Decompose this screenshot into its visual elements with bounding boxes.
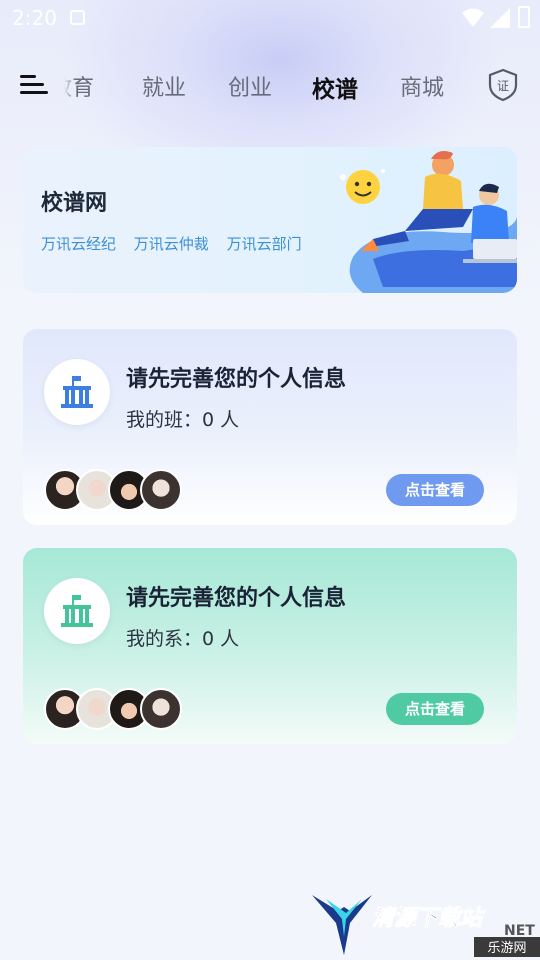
certificate-icon-label: 证: [497, 79, 509, 93]
avatar: [140, 688, 182, 730]
certificate-icon[interactable]: 证: [487, 68, 519, 102]
avatar: [140, 469, 182, 511]
card-icon-wrap: [44, 578, 110, 644]
tab-bar: 教育 就业 创业 校谱 商城: [64, 60, 472, 110]
class-info-card[interactable]: 请先完善您的个人信息 我的班：0 人 点击查看: [23, 329, 517, 525]
wifi-icon: [462, 8, 484, 27]
view-department-button[interactable]: 点击查看: [386, 693, 484, 725]
class-member-count: 我的班：0 人: [126, 409, 240, 431]
watermark-net-text: NET: [504, 923, 535, 939]
banner-link-arbitration[interactable]: 万讯云仲裁: [134, 235, 209, 253]
tab-mall[interactable]: 商城: [400, 70, 444, 102]
department-member-count: 我的系：0 人: [126, 628, 240, 650]
banner-links: 万讯云经纪 万讯云仲裁 万讯云部门: [41, 233, 315, 254]
school-building-icon: [61, 376, 93, 408]
watermark-logo: 清源下载站 NET 乐游网: [312, 895, 540, 957]
banner-link-department[interactable]: 万讯云部门: [227, 235, 302, 253]
card-icon-wrap: [44, 359, 110, 425]
banner-title: 校谱网: [41, 191, 108, 216]
status-time: 2:20: [12, 6, 57, 30]
status-bar: 2:20: [0, 0, 540, 36]
notification-icon: [70, 10, 85, 25]
view-class-button[interactable]: 点击查看: [386, 474, 484, 506]
top-nav: 教育 就业 创业 校谱 商城 证: [0, 60, 540, 110]
tab-school-spectrum[interactable]: 校谱: [312, 70, 358, 104]
banner-link-broker[interactable]: 万讯云经纪: [41, 235, 116, 253]
battery-icon: [518, 6, 530, 28]
school-building-icon: [61, 595, 93, 627]
department-info-card[interactable]: 请先完善您的个人信息 我的系：0 人 点击查看: [23, 548, 517, 744]
tab-employment[interactable]: 就业: [142, 70, 186, 102]
tab-entrepreneurship[interactable]: 创业: [228, 70, 272, 102]
banner-illustration: [340, 151, 517, 293]
signal-icon: [490, 8, 510, 28]
card-title: 请先完善您的个人信息: [126, 586, 347, 611]
avatar-group: [44, 688, 194, 732]
watermark-sub-text: 乐游网: [487, 941, 526, 956]
watermark-text: 清源下载站: [372, 906, 486, 931]
menu-icon[interactable]: [20, 73, 50, 97]
avatar-group: [44, 469, 194, 513]
banner[interactable]: 校谱网 万讯云经纪 万讯云仲裁 万讯云部门: [23, 147, 517, 293]
card-title: 请先完善您的个人信息: [126, 367, 347, 392]
